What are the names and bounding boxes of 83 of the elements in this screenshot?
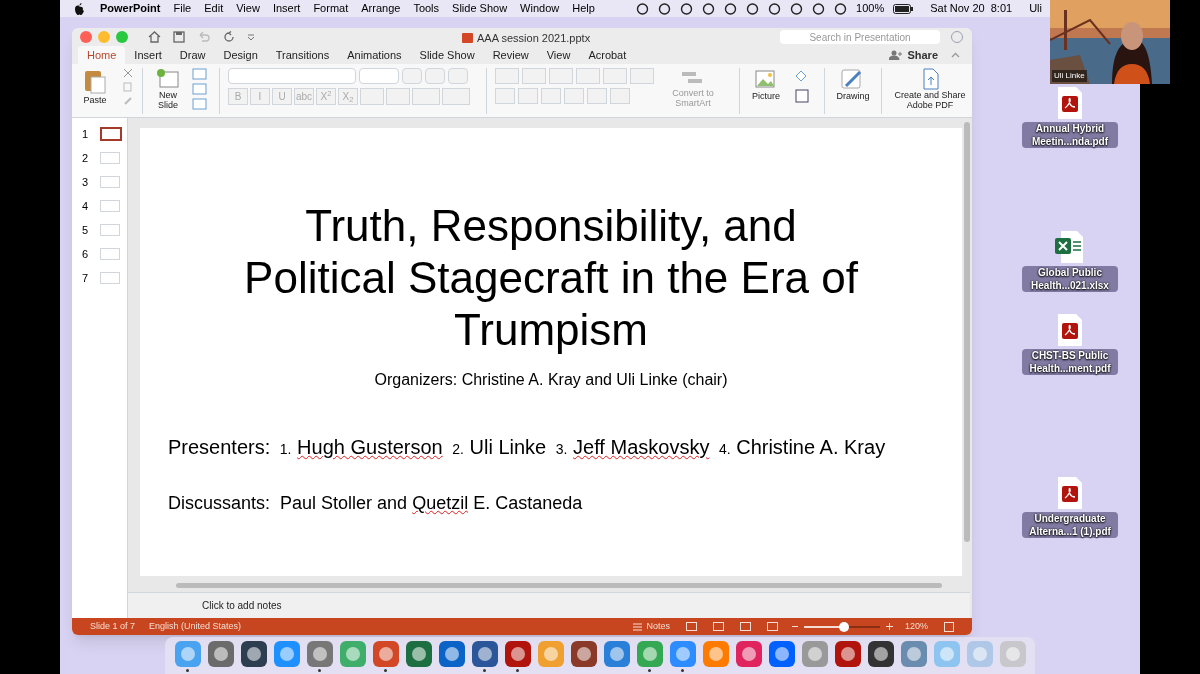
battery-icon[interactable] — [893, 3, 914, 14]
font-size-field[interactable] — [359, 68, 399, 84]
menu-item[interactable]: Format — [313, 0, 349, 17]
fit-icon[interactable] — [944, 621, 954, 632]
lines-icon — [633, 622, 643, 631]
redo-icon[interactable] — [223, 31, 235, 43]
menu-item[interactable]: Tools — [413, 0, 440, 17]
menu-item[interactable]: Window — [520, 0, 560, 17]
slide-number: 1 — [80, 126, 88, 142]
ribbon-tab[interactable]: Design — [214, 46, 267, 64]
window-title: AAA session 2021.pptx — [477, 31, 591, 46]
slide-number: 5 — [80, 222, 88, 238]
adobe-pdf-button[interactable]: Create and Share Adobe PDF — [890, 68, 970, 110]
language-indicator[interactable]: English (United States) — [149, 619, 242, 634]
add-person-icon — [889, 50, 904, 61]
pdf-file-icon — [1056, 476, 1084, 510]
notes-button[interactable]: Notes — [633, 619, 670, 634]
home-icon[interactable] — [148, 31, 161, 43]
minimize-button[interactable] — [98, 31, 110, 43]
slide-title[interactable]: Truth, Responsibility, and Political Stagecraft in the Era of Trumpism — [231, 200, 871, 356]
ribbon-tab[interactable]: Slide Show — [410, 46, 484, 64]
ribbon-tab[interactable]: Animations — [338, 46, 411, 64]
ribbon-tab[interactable]: Transitions — [266, 46, 339, 64]
collapse-icon[interactable] — [951, 52, 960, 58]
customize-icon[interactable] — [247, 33, 255, 41]
zoom-in-icon[interactable] — [885, 623, 893, 630]
pdf-file-icon — [1056, 313, 1084, 347]
file-name[interactable]: CHST-BS Public Health...ment.pdf — [1022, 349, 1118, 375]
battery-percent: 100% — [856, 1, 885, 17]
menu-item[interactable]: File — [173, 0, 192, 17]
slide-number: 2 — [80, 150, 88, 166]
menu-item[interactable]: Arrange — [361, 0, 401, 17]
undo-icon[interactable] — [197, 31, 211, 43]
pdf-file-icon — [1056, 86, 1084, 120]
slide-number: 6 — [80, 246, 88, 262]
menu-clock[interactable]: Sat Nov 20 8:01 — [930, 0, 1013, 17]
zoom-thumb[interactable] — [839, 621, 850, 632]
apple-icon[interactable] — [74, 2, 85, 15]
zoom-reading[interactable]: 120% — [904, 619, 928, 634]
ribbon-tab[interactable]: View — [537, 46, 580, 64]
slide-number: 3 — [80, 174, 88, 190]
clipboard-icon — [84, 68, 106, 94]
zoom-button[interactable] — [116, 31, 128, 43]
save-icon[interactable] — [173, 31, 185, 43]
slide-number: 4 — [80, 198, 88, 214]
scissors-icon[interactable] — [123, 68, 133, 78]
font-name-field[interactable] — [228, 68, 356, 84]
search-field[interactable]: Search in Presentation — [780, 30, 940, 44]
organizers-text[interactable]: Organizers: Christine A. Kray and Uli Linke (chair) — [374, 368, 728, 392]
menu-item[interactable]: Slide Show — [452, 0, 508, 17]
close-button[interactable] — [80, 31, 92, 43]
drawing-button[interactable]: Drawing — [833, 68, 873, 104]
slide-thumbnail[interactable] — [100, 127, 122, 141]
menu-item[interactable]: View — [236, 0, 260, 17]
slide-counter: Slide 1 of 7 — [90, 619, 136, 633]
ribbon-tab[interactable]: Draw — [170, 46, 215, 64]
text-box-icon[interactable] — [794, 88, 810, 104]
file-name[interactable]: Global Public Health...021.xlsx — [1022, 266, 1118, 292]
menu-item[interactable]: Help — [572, 0, 595, 17]
ribbon-tab[interactable]: Home — [78, 46, 126, 64]
vertical-scrollbar[interactable] — [964, 122, 970, 542]
app-menu[interactable]: PowerPoint — [100, 0, 161, 17]
discussants-text[interactable]: Discussants: Paul Stoller and Quetzil E. Castaneda — [168, 490, 583, 517]
slide-number: 7 — [80, 270, 88, 286]
ribbon-tab[interactable]: Acrobat — [579, 46, 636, 64]
slide-canvas[interactable] — [140, 128, 962, 576]
menu-item[interactable]: Insert — [272, 0, 301, 17]
presenters-text[interactable]: Presenters: 1. Hugh Gusterson 2. Uli Linke 3. Jeff Maskovsky 4. Christine A. Kray — [168, 432, 886, 462]
horizontal-scrollbar[interactable] — [176, 583, 942, 588]
new-slide-icon — [156, 68, 180, 90]
menu-item[interactable]: Edit — [204, 0, 224, 17]
spreadsheet-file-icon — [1055, 230, 1085, 264]
participant-name: Uli Linke — [1052, 70, 1087, 82]
ribbon-tab[interactable]: Insert — [125, 46, 171, 64]
ribbon-tab[interactable]: Review — [483, 46, 538, 64]
paste-button[interactable]: Paste — [72, 68, 118, 108]
new-slide-button[interactable]: New Slide — [147, 68, 189, 110]
picture-button[interactable]: Picture — [748, 68, 784, 104]
file-name[interactable]: Annual Hybrid Meetin...nda.pdf — [1022, 122, 1118, 148]
user-menu[interactable]: Uli — [1029, 0, 1042, 17]
share-button[interactable]: Share — [889, 47, 938, 64]
file-name[interactable]: Undergraduate Alterna...1 (1).pdf — [1022, 512, 1118, 538]
notes-pane[interactable]: Click to add notes — [128, 592, 970, 618]
